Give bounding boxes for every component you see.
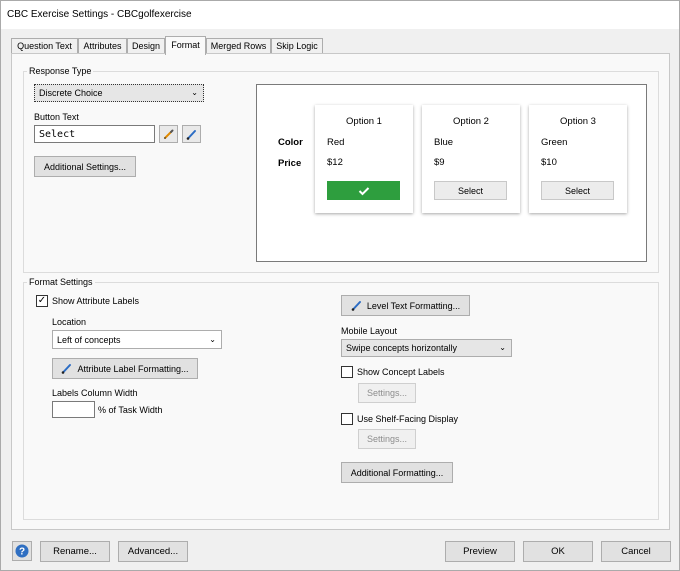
additional-formatting-button[interactable]: Additional Formatting... — [341, 462, 453, 483]
checkmark-icon — [358, 186, 369, 195]
pencil-edit-button[interactable] — [159, 125, 178, 143]
shelf-facing-settings-button[interactable]: Settings... — [358, 429, 416, 449]
concept-header: Option 3 — [560, 116, 596, 127]
concept-color: Green — [541, 137, 568, 148]
tab-format[interactable]: Format — [165, 36, 206, 55]
level-text-formatting-label: Level Text Formatting... — [366, 300, 461, 311]
tab-question-text[interactable]: Question Text — [11, 38, 78, 54]
concept-price: $12 — [327, 157, 343, 168]
labels-column-width-input[interactable] — [52, 401, 95, 418]
task-width-suffix: % of Task Width — [98, 405, 163, 415]
concept-labels-settings-button[interactable]: Settings... — [358, 383, 416, 403]
tab-merged-rows[interactable]: Merged Rows — [206, 38, 271, 54]
concept-header: Option 1 — [346, 116, 382, 127]
concept-price: $9 — [434, 157, 445, 168]
response-type-select[interactable]: Discrete Choice ⌄ — [34, 84, 204, 102]
svg-text:?: ? — [19, 547, 25, 558]
window-title: CBC Exercise Settings - CBCgolfexercise — [1, 1, 679, 29]
location-label: Location — [52, 317, 87, 327]
pencil-icon — [163, 129, 174, 139]
paintbrush-icon — [186, 129, 196, 140]
shelf-facing-checkbox[interactable] — [341, 413, 353, 425]
paintbrush-format-button[interactable] — [182, 125, 201, 143]
ok-button[interactable]: OK — [523, 541, 593, 562]
response-type-title: Response Type — [27, 66, 94, 76]
settings-window: CBC Exercise Settings - CBCgolfexercise … — [0, 0, 680, 571]
location-select[interactable]: Left of concepts ⌄ — [52, 330, 222, 349]
concept-card-1: Option 1 Red $12 — [315, 105, 413, 213]
format-settings-group — [23, 282, 659, 520]
additional-settings-button[interactable]: Additional Settings... — [34, 156, 136, 177]
attribute-label-formatting-button[interactable]: Attribute Label Formatting... — [52, 358, 198, 379]
paintbrush-icon — [62, 364, 72, 374]
format-settings-title: Format Settings — [27, 277, 95, 287]
concept-color: Red — [327, 137, 345, 148]
button-text-label: Button Text — [34, 112, 79, 122]
help-button[interactable]: ? — [12, 541, 32, 561]
location-value: Left of concepts — [57, 334, 121, 345]
chevron-down-icon: ⌄ — [191, 88, 198, 98]
concept-price: $10 — [541, 157, 557, 168]
attribute-label-color: Color — [278, 137, 303, 148]
shelf-facing-label: Use Shelf-Facing Display — [357, 414, 459, 424]
paintbrush-icon — [351, 301, 361, 311]
concept-color: Blue — [434, 137, 454, 148]
mobile-layout-select[interactable]: Swipe concepts horizontally ⌄ — [341, 339, 512, 357]
show-attribute-labels-checkbox[interactable]: ✓ — [36, 295, 48, 307]
show-concept-labels-label: Show Concept Labels — [357, 367, 445, 377]
tab-skip-logic[interactable]: Skip Logic — [271, 38, 323, 54]
response-preview: Color Price Option 1 Red $12 Option 2 Bl… — [256, 84, 647, 262]
tab-design[interactable]: Design — [127, 38, 165, 54]
cancel-button[interactable]: Cancel — [601, 541, 671, 562]
chevron-down-icon: ⌄ — [209, 334, 216, 344]
concept-card-2: Option 2 Blue $9 Select — [422, 105, 520, 213]
show-concept-labels-checkbox[interactable] — [341, 366, 353, 378]
response-type-value: Discrete Choice — [39, 88, 103, 98]
mobile-layout-value: Swipe concepts horizontally — [346, 343, 458, 353]
button-text-input[interactable]: Select — [34, 125, 155, 143]
concept-header: Option 2 — [453, 116, 489, 127]
concept-card-3: Option 3 Green $10 Select — [529, 105, 627, 213]
labels-column-width-label: Labels Column Width — [52, 388, 138, 398]
level-text-formatting-button[interactable]: Level Text Formatting... — [341, 295, 470, 316]
attribute-label-formatting-label: Attribute Label Formatting... — [77, 363, 189, 374]
show-attribute-labels-label: Show Attribute Labels — [52, 296, 140, 306]
mobile-layout-label: Mobile Layout — [341, 326, 398, 336]
concept-select-button[interactable]: Select — [434, 181, 507, 200]
chevron-down-icon: ⌄ — [499, 343, 506, 353]
rename-button[interactable]: Rename... — [40, 541, 110, 562]
concept-select-button-selected[interactable] — [327, 181, 400, 200]
advanced-button[interactable]: Advanced... — [118, 541, 188, 562]
question-icon: ? — [15, 544, 29, 558]
attribute-label-price: Price — [278, 158, 302, 169]
preview-button[interactable]: Preview — [445, 541, 515, 562]
tab-attributes[interactable]: Attributes — [78, 38, 127, 54]
concept-select-button[interactable]: Select — [541, 181, 614, 200]
